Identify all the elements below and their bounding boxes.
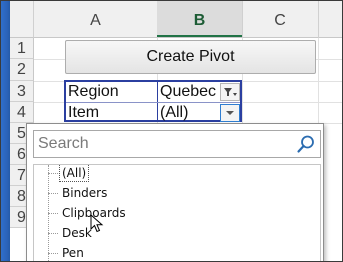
filter-dropdown-icon bbox=[224, 88, 237, 96]
list-item-clipboards[interactable]: Clipboards bbox=[48, 203, 128, 223]
filter-field-region[interactable]: Region bbox=[68, 83, 119, 101]
create-pivot-button[interactable]: Create Pivot bbox=[65, 40, 316, 74]
list-item-desk[interactable]: Desk bbox=[48, 223, 94, 243]
select-all-corner[interactable] bbox=[10, 1, 34, 38]
column-header-a[interactable]: A bbox=[34, 12, 157, 30]
item-filter-dropdown: (All) Binders Clipboards Desk Pen bbox=[26, 123, 324, 261]
mouse-pointer-icon bbox=[90, 214, 104, 233]
column-separator bbox=[318, 1, 319, 38]
window-left-strip bbox=[1, 1, 10, 261]
filter-value-region[interactable]: Quebec bbox=[160, 83, 216, 101]
column-header-c[interactable]: C bbox=[242, 12, 318, 30]
region-filter-button[interactable] bbox=[220, 83, 240, 101]
filter-area-divider bbox=[66, 102, 240, 103]
chevron-down-icon bbox=[226, 111, 234, 115]
excel-window: A B C 1 2 3 4 5 6 7 8 9 Create Pivot Reg… bbox=[0, 0, 343, 262]
list-item-binders[interactable]: Binders bbox=[48, 183, 109, 203]
row-header-1[interactable]: 1 bbox=[10, 38, 34, 59]
row-header-4[interactable]: 4 bbox=[10, 102, 34, 123]
filter-field-item[interactable]: Item bbox=[68, 104, 99, 122]
row-header-3[interactable]: 3 bbox=[10, 81, 34, 102]
search-icon[interactable] bbox=[296, 134, 316, 154]
column-header-b[interactable]: B bbox=[157, 12, 242, 30]
search-input[interactable] bbox=[34, 131, 288, 157]
item-filter-button[interactable] bbox=[220, 104, 240, 122]
create-pivot-button-label: Create Pivot bbox=[146, 48, 235, 65]
list-item-pen[interactable]: Pen bbox=[48, 243, 86, 261]
search-box[interactable] bbox=[33, 130, 321, 158]
item-list: (All) Binders Clipboards Desk Pen bbox=[33, 164, 321, 261]
filter-value-item[interactable]: (All) bbox=[160, 104, 188, 122]
list-item-all[interactable]: (All) bbox=[48, 165, 90, 183]
row-header-2[interactable]: 2 bbox=[10, 59, 34, 81]
filter-area-divider bbox=[157, 82, 158, 120]
